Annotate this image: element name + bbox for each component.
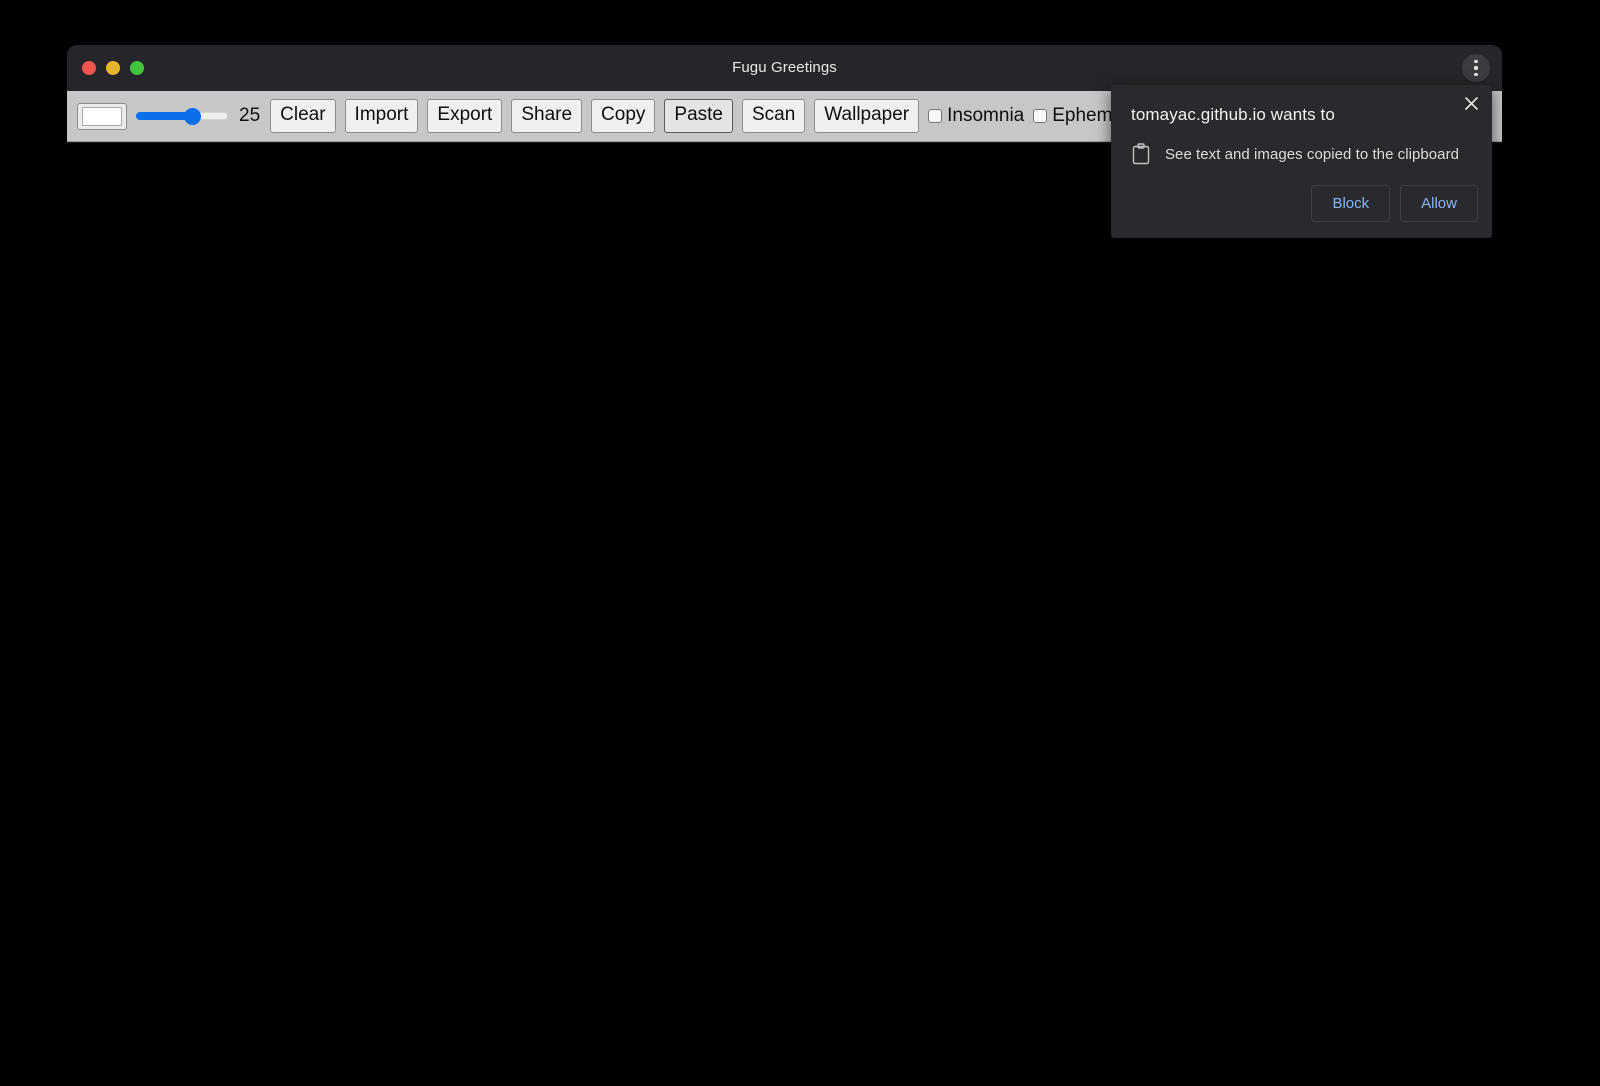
permission-description: See text and images copied to the clipbo… bbox=[1165, 146, 1459, 163]
insomnia-checkbox[interactable]: Insomnia bbox=[928, 105, 1024, 127]
slider-thumb[interactable] bbox=[184, 108, 201, 125]
minimize-window-button[interactable] bbox=[106, 61, 120, 75]
slider-value-label: 25 bbox=[239, 105, 260, 127]
insomnia-checkbox-box[interactable] bbox=[928, 109, 942, 123]
insomnia-checkbox-label: Insomnia bbox=[947, 105, 1024, 127]
paste-button[interactable]: Paste bbox=[664, 99, 733, 133]
ephemeral-checkbox-box[interactable] bbox=[1033, 109, 1047, 123]
kebab-dot bbox=[1474, 73, 1477, 76]
clipboard-icon bbox=[1131, 143, 1151, 165]
permission-title: tomayac.github.io wants to bbox=[1131, 105, 1335, 125]
kebab-dot bbox=[1474, 60, 1477, 63]
permission-actions: Block Allow bbox=[1311, 185, 1478, 222]
screen: Fugu Greetings 25 Clear Import Export Sh… bbox=[0, 0, 1600, 1086]
copy-button[interactable]: Copy bbox=[591, 99, 655, 133]
close-icon[interactable] bbox=[1460, 92, 1482, 114]
scan-button[interactable]: Scan bbox=[742, 99, 805, 133]
permission-detail-row: See text and images copied to the clipbo… bbox=[1131, 143, 1478, 165]
export-button[interactable]: Export bbox=[427, 99, 502, 133]
share-button[interactable]: Share bbox=[511, 99, 582, 133]
allow-button[interactable]: Allow bbox=[1400, 185, 1478, 222]
line-width-slider[interactable] bbox=[136, 105, 228, 127]
wallpaper-button[interactable]: Wallpaper bbox=[814, 99, 919, 133]
drawing-canvas[interactable] bbox=[67, 142, 1502, 975]
clipboard-permission-popup: tomayac.github.io wants to See text and … bbox=[1111, 85, 1492, 238]
import-button[interactable]: Import bbox=[345, 99, 419, 133]
slider-fill bbox=[136, 112, 189, 120]
block-button[interactable]: Block bbox=[1311, 185, 1390, 222]
close-window-button[interactable] bbox=[82, 61, 96, 75]
maximize-window-button[interactable] bbox=[130, 61, 144, 75]
window-traffic-lights bbox=[82, 45, 144, 91]
color-picker-input[interactable] bbox=[77, 103, 127, 130]
color-swatch-fill bbox=[82, 107, 122, 126]
kebab-dot bbox=[1474, 66, 1477, 69]
kebab-menu-icon[interactable] bbox=[1462, 54, 1490, 82]
clear-button[interactable]: Clear bbox=[270, 99, 335, 133]
